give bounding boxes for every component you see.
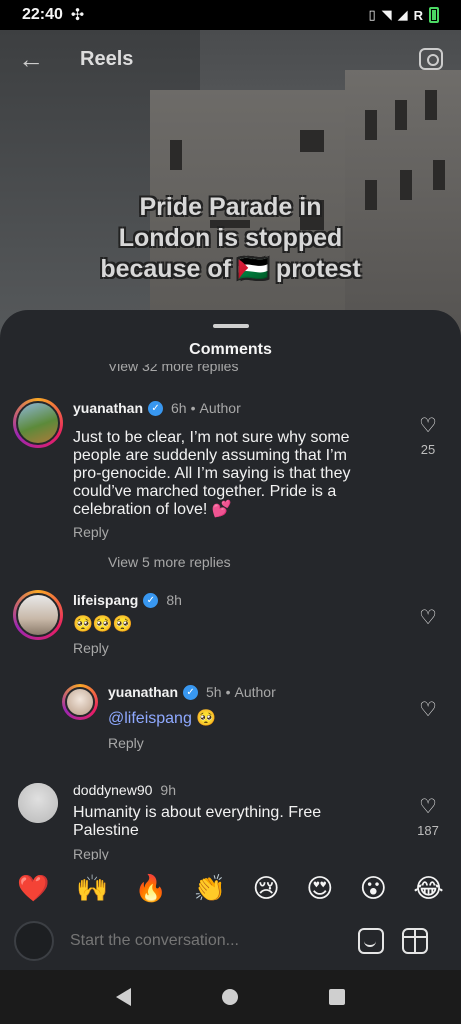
like-button[interactable]: ♡ 25 — [417, 416, 439, 457]
caption-line-2: London is stopped — [118, 224, 343, 252]
my-avatar — [14, 921, 54, 961]
avatar[interactable] — [13, 590, 63, 640]
comment-text: 🥺🥺🥺 — [73, 616, 133, 633]
notification-icon: ✣ — [70, 7, 85, 24]
caption-line-3: because of 🇵🇸 protest — [100, 255, 361, 283]
avatar[interactable] — [18, 783, 58, 823]
nav-recents-icon[interactable] — [329, 989, 346, 1005]
avatar[interactable] — [62, 684, 98, 720]
sticker-icon[interactable] — [358, 928, 384, 954]
like-button[interactable]: ♡ 187 — [417, 797, 439, 838]
laughing-emoji-button[interactable]: 😂 — [413, 873, 443, 903]
heart-eyes-emoji-button[interactable]: 😍 — [306, 873, 333, 903]
system-nav-bar — [0, 970, 461, 1024]
comment-username[interactable]: doddynew90 — [73, 782, 152, 798]
verified-badge-icon: ✓ — [183, 684, 199, 700]
top-nav: ← Reels — [0, 44, 461, 74]
like-count: 25 — [420, 442, 436, 457]
red-heart-emoji-button[interactable]: ❤️ — [17, 873, 49, 903]
author-badge: Author — [234, 684, 276, 700]
drag-handle[interactable] — [213, 324, 249, 328]
separator-dot: • — [190, 400, 196, 416]
caption-line-1: Pride Parade in — [139, 193, 322, 221]
carrier-badge: R — [413, 7, 423, 23]
mention-link[interactable]: @lifeispang — [108, 710, 192, 727]
comments-title: Comments — [189, 341, 272, 358]
comment-text-tail: 🥺 — [191, 710, 217, 727]
reel-video[interactable] — [0, 30, 461, 350]
battery-icon — [429, 7, 439, 23]
heart-icon[interactable]: ♡ — [417, 700, 439, 720]
crying-emoji-button[interactable]: 😢 — [253, 873, 280, 903]
comment-username[interactable]: yuanathan — [108, 684, 178, 700]
like-button[interactable]: ♡ — [417, 608, 439, 628]
reply-button[interactable]: Reply — [108, 735, 144, 751]
separator-dot: • — [225, 684, 231, 700]
comment-time: 8h — [166, 592, 182, 608]
video-caption: Pride Parade in London is stopped becaus… — [0, 192, 461, 285]
fire-emoji-button[interactable]: 🔥 — [135, 873, 167, 903]
heart-icon[interactable]: ♡ — [417, 608, 439, 628]
clapping-emoji-button[interactable]: 👏 — [194, 873, 226, 903]
comment-text: Humanity is about everything. Free Pales… — [73, 804, 322, 839]
view-more-replies-link[interactable]: View 32 more replies — [108, 364, 238, 374]
comment-text: @lifeispang 🥺 — [108, 710, 216, 728]
heart-icon[interactable]: ♡ — [417, 797, 439, 817]
view-more-replies-link[interactable]: View 5 more replies — [108, 554, 231, 570]
heart-icon[interactable]: ♡ — [417, 416, 439, 436]
comment-composer — [0, 916, 461, 966]
surprised-emoji-button[interactable]: 😮 — [360, 873, 387, 903]
comment-username[interactable]: yuanathan — [73, 400, 143, 416]
comment-time: 9h — [160, 782, 176, 798]
status-time: 22:40 — [22, 6, 63, 23]
status-bar: 22:40 ✣ ▯ ◥ ◢ R — [0, 0, 461, 30]
avatar[interactable] — [13, 398, 63, 448]
raising-hands-emoji-button[interactable]: 🙌 — [76, 873, 108, 903]
reply-button[interactable]: Reply — [73, 524, 109, 540]
like-button[interactable]: ♡ — [417, 700, 439, 720]
nav-back-icon[interactable] — [115, 988, 131, 1006]
verified-badge-icon: ✓ — [143, 592, 159, 608]
camera-icon[interactable] — [419, 48, 443, 70]
comment-text: Just to be clear, I’m not sure why some … — [73, 429, 351, 518]
comment-input[interactable] — [70, 932, 340, 950]
comment-time: 5h — [206, 684, 222, 700]
signal-icon: ◢ — [397, 7, 408, 22]
emoji-reaction-bar: ❤️ 🙌 🔥 👏 😢 😍 😮 😂 — [0, 860, 461, 916]
comment-time: 6h — [171, 400, 187, 416]
vibrate-icon: ▯ — [368, 7, 376, 22]
wifi-icon: ◥ — [381, 7, 392, 22]
author-badge: Author — [199, 400, 241, 416]
verified-badge-icon: ✓ — [148, 400, 164, 416]
comment-username[interactable]: lifeispang — [73, 592, 138, 608]
nav-home-icon[interactable] — [221, 989, 238, 1005]
page-title: Reels — [80, 47, 134, 70]
like-count: 187 — [417, 823, 439, 838]
gift-icon[interactable] — [402, 928, 428, 954]
reply-button[interactable]: Reply — [73, 640, 109, 656]
back-arrow-icon[interactable]: ← — [18, 44, 54, 75]
